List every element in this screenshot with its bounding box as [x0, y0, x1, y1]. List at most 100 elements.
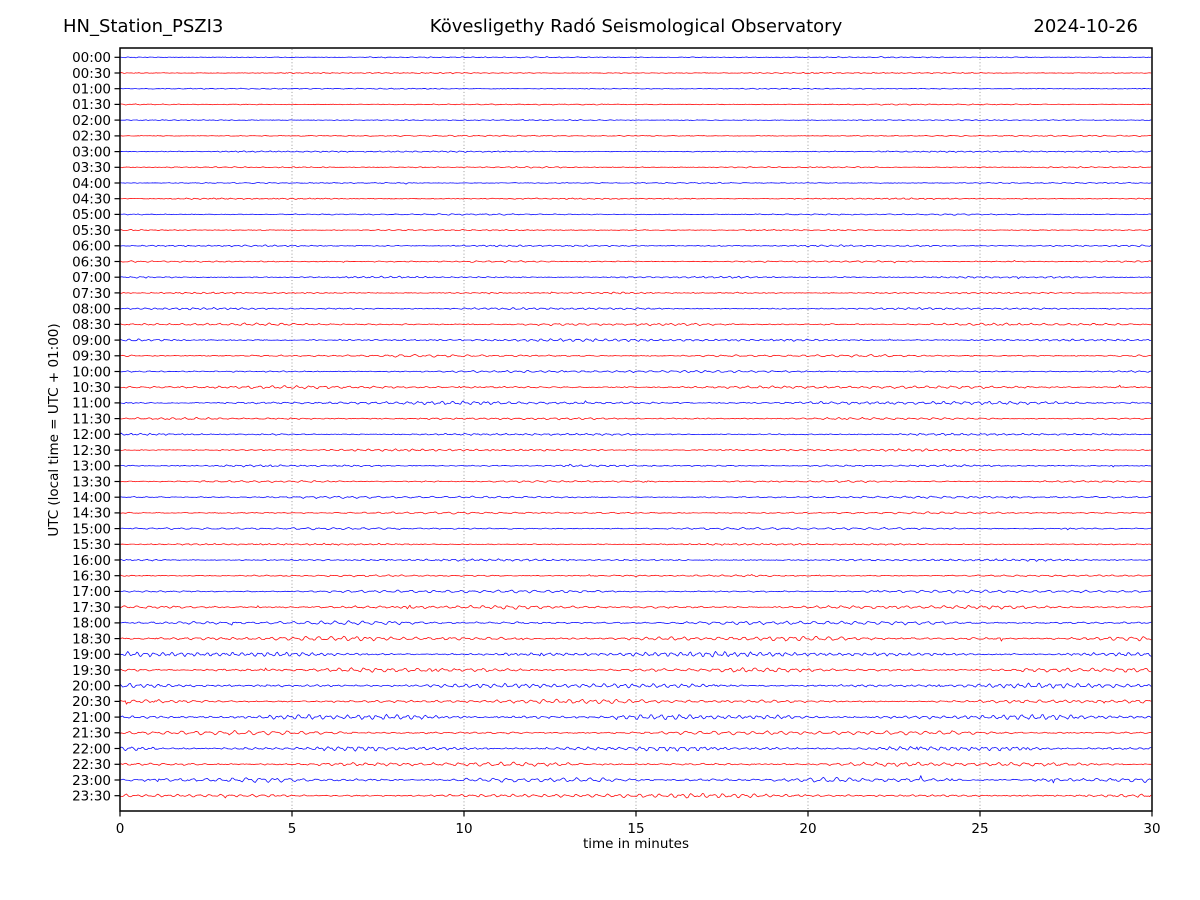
y-tick-label-1100: 11:00 [72, 396, 111, 412]
y-tick-label-1200: 12:00 [72, 427, 111, 443]
trace-row-1530 [120, 543, 1151, 545]
trace-row-1500 [120, 527, 1151, 529]
trace-row-0530 [120, 229, 1151, 231]
y-tick-label-1900: 19:00 [72, 647, 111, 663]
trace-row-0230 [120, 135, 1151, 136]
y-tick-label-0500: 05:00 [72, 207, 111, 223]
y-tick-label-0530: 05:30 [72, 223, 111, 239]
trace-row-0200 [120, 119, 1151, 120]
trace-row-1430 [120, 512, 1151, 514]
trace-row-0900 [120, 339, 1151, 342]
y-tick-label-0630: 06:30 [72, 254, 111, 270]
trace-row-2200 [120, 747, 1151, 752]
trace-row-0300 [120, 151, 1151, 153]
y-axis-label: UTC (local time = UTC + 01:00) [46, 323, 62, 536]
y-tick-label-0830: 08:30 [72, 317, 111, 333]
trace-row-1600 [120, 559, 1151, 562]
trace-row-2100 [120, 714, 1151, 719]
trace-row-0500 [120, 214, 1151, 216]
trace-row-1730 [120, 605, 1151, 609]
y-tick-label-0200: 02:00 [72, 113, 111, 129]
x-tick-label-10: 10 [455, 821, 472, 837]
y-tick-label-2030: 20:30 [72, 694, 111, 710]
y-tick-label-0700: 07:00 [72, 270, 111, 286]
y-tick-label-0600: 06:00 [72, 239, 111, 255]
trace-row-0930 [120, 354, 1151, 357]
helicorder-figure: HN_Station_PSZI3 Kövesligethy Radó Seism… [0, 0, 1200, 900]
trace-row-1330 [120, 480, 1151, 482]
trace-row-1400 [120, 496, 1151, 498]
trace-row-1830 [120, 636, 1151, 641]
trace-row-1230 [120, 449, 1151, 452]
y-tick-label-0300: 03:00 [72, 144, 111, 160]
x-tick-label-15: 15 [627, 821, 644, 837]
y-tick-label-0400: 04:00 [72, 176, 111, 192]
trace-row-2030 [120, 699, 1151, 704]
y-tick-label-1730: 17:30 [72, 600, 111, 616]
y-tick-label-1930: 19:30 [72, 663, 111, 679]
trace-row-1130 [120, 417, 1151, 419]
trace-row-0330 [120, 167, 1151, 169]
y-tick-label-1500: 15:00 [72, 521, 111, 537]
y-tick-label-0230: 02:30 [72, 129, 111, 145]
x-axis-label: time in minutes [120, 836, 1152, 852]
y-tick-label-0330: 03:30 [72, 160, 111, 176]
y-tick-label-2330: 23:30 [72, 789, 111, 805]
y-tick-label-1430: 14:30 [72, 506, 111, 522]
trace-row-0430 [120, 198, 1151, 200]
trace-row-0130 [120, 104, 1151, 105]
x-tick-label-25: 25 [971, 821, 988, 837]
trace-row-1030 [120, 385, 1151, 389]
y-tick-label-1000: 10:00 [72, 364, 111, 380]
y-tick-label-0930: 09:30 [72, 349, 111, 365]
trace-row-0400 [120, 182, 1151, 184]
x-tick-label-0: 0 [116, 821, 125, 837]
helicorder-plot: 00:0000:3001:0001:3002:0002:3003:0003:30… [0, 0, 1200, 900]
x-tick-label-30: 30 [1143, 821, 1160, 837]
y-tick-label-1330: 13:30 [72, 474, 111, 490]
y-tick-label-0430: 04:30 [72, 192, 111, 208]
y-tick-label-2200: 22:00 [72, 741, 111, 757]
y-tick-label-2100: 21:00 [72, 710, 111, 726]
trace-row-0100 [120, 88, 1151, 89]
y-tick-label-2230: 22:30 [72, 757, 111, 773]
y-tick-label-1600: 16:00 [72, 553, 111, 569]
y-tick-label-0800: 08:00 [72, 302, 111, 318]
trace-row-0700 [120, 276, 1151, 279]
y-tick-label-1030: 10:30 [72, 380, 111, 396]
y-tick-label-1130: 11:30 [72, 411, 111, 427]
y-tick-label-0000: 00:00 [72, 50, 111, 66]
y-tick-label-0100: 01:00 [72, 82, 111, 98]
y-tick-label-0030: 00:30 [72, 66, 111, 82]
trace-row-1000 [120, 370, 1151, 372]
y-tick-label-1830: 18:30 [72, 631, 111, 647]
trace-row-1930 [120, 668, 1151, 673]
x-tick-label-5: 5 [288, 821, 297, 837]
trace-row-0600 [120, 245, 1151, 247]
y-tick-label-1400: 14:00 [72, 490, 111, 506]
trace-row-0800 [120, 307, 1151, 309]
trace-row-0830 [120, 323, 1151, 326]
trace-row-1100 [120, 401, 1151, 405]
trace-row-2330 [120, 794, 1151, 798]
y-tick-label-1230: 12:30 [72, 443, 111, 459]
y-tick-label-0130: 01:30 [72, 97, 111, 113]
y-tick-label-0900: 09:00 [72, 333, 111, 349]
trace-row-0030 [120, 72, 1151, 73]
trace-row-1700 [120, 590, 1151, 593]
trace-row-0730 [120, 292, 1151, 294]
trace-row-1800 [120, 621, 1151, 626]
trace-row-2130 [120, 731, 1151, 735]
trace-row-1300 [120, 464, 1151, 467]
trace-row-0630 [120, 260, 1151, 262]
y-tick-label-1530: 15:30 [72, 537, 111, 553]
trace-row-1900 [120, 651, 1151, 657]
y-tick-label-1300: 13:00 [72, 459, 111, 475]
y-tick-label-1630: 16:30 [72, 569, 111, 585]
trace-row-2000 [120, 683, 1151, 688]
y-tick-label-1800: 18:00 [72, 616, 111, 632]
y-tick-label-2130: 21:30 [72, 726, 111, 742]
trace-row-1630 [120, 574, 1151, 576]
trace-row-0000 [120, 57, 1151, 58]
y-tick-label-0730: 07:30 [72, 286, 111, 302]
